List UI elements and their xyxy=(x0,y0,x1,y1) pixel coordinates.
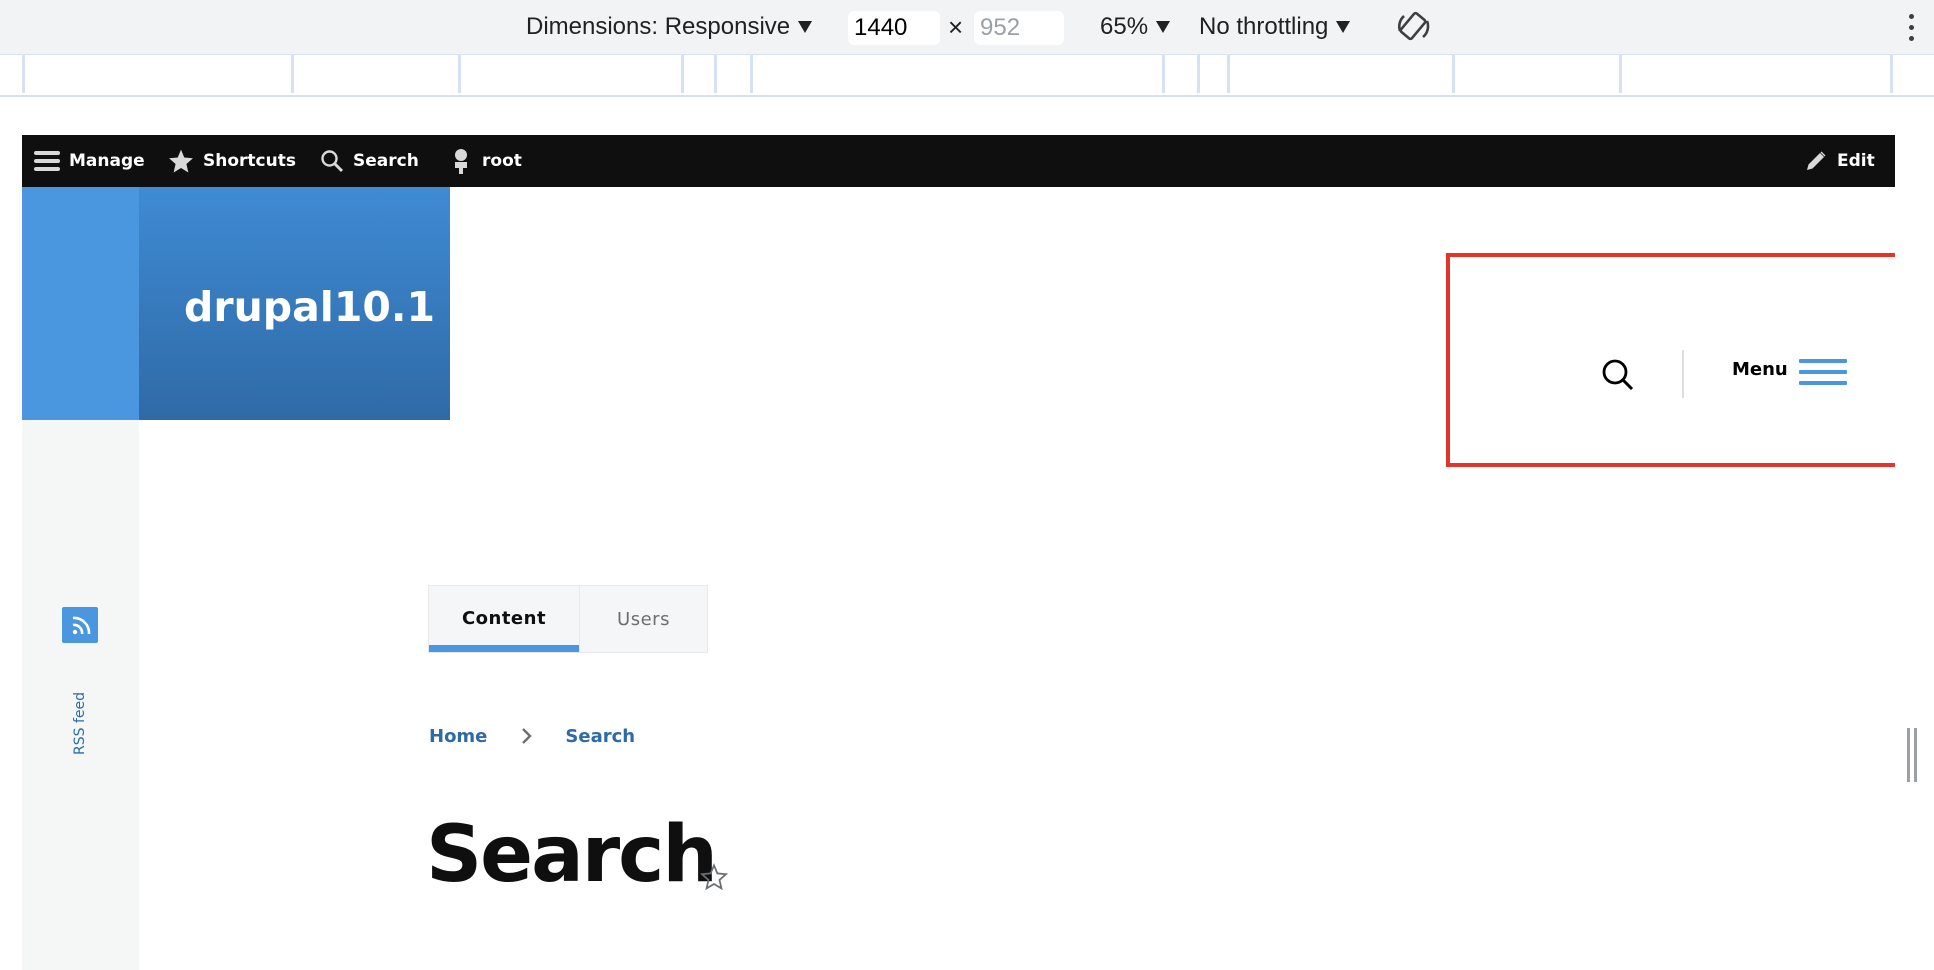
toolbar-edit-label: Edit xyxy=(1837,151,1875,171)
site-name-link[interactable]: drupal10.1 xyxy=(139,187,450,420)
rotate-icon[interactable] xyxy=(1396,9,1432,45)
chevron-down-icon xyxy=(798,21,813,33)
dimensions-label: Dimensions: Responsive xyxy=(526,13,791,40)
tab-content[interactable]: Content xyxy=(429,586,579,652)
dimensions-dropdown[interactable]: Dimensions: Responsive xyxy=(526,0,813,54)
page-title: Search xyxy=(426,810,718,900)
toolbar-search-label: Search xyxy=(353,151,419,171)
rss-feed-link[interactable] xyxy=(62,607,98,643)
rss-icon xyxy=(72,616,91,635)
local-tasks-tabs: Content Users xyxy=(428,585,708,653)
tab-users[interactable]: Users xyxy=(579,586,707,652)
rss-feed-label[interactable]: RSS feed xyxy=(72,692,88,755)
toolbar-shortcuts-label: Shortcuts xyxy=(203,151,296,171)
breadcrumb-home[interactable]: Home xyxy=(429,726,487,747)
toolbar-search[interactable]: Search xyxy=(320,135,419,187)
sidebar-accent-block xyxy=(22,187,139,420)
pencil-icon xyxy=(1807,151,1826,170)
star-icon xyxy=(169,149,193,173)
chevron-down-icon xyxy=(1156,21,1171,33)
hamburger-icon xyxy=(34,151,60,171)
times-symbol: × xyxy=(948,11,964,42)
toolbar-user-label: root xyxy=(482,151,522,171)
resize-handle[interactable] xyxy=(1907,728,1919,782)
toolbar-edit[interactable]: Edit xyxy=(1804,135,1875,187)
menu-button-label[interactable]: Menu xyxy=(1732,359,1788,380)
width-input[interactable]: 1440 xyxy=(848,11,940,45)
add-shortcut-star-icon[interactable] xyxy=(700,863,728,891)
chevron-right-icon xyxy=(522,728,533,744)
social-sidebar: RSS feed xyxy=(22,187,139,970)
chevron-down-icon xyxy=(1336,21,1351,33)
page-viewport: Manage Shortcuts Search root Edit RSS fe… xyxy=(22,135,1895,970)
header-search-button[interactable] xyxy=(1600,357,1636,393)
user-icon xyxy=(455,149,467,174)
header-divider xyxy=(1682,350,1684,398)
zoom-label: 65% xyxy=(1100,13,1149,40)
search-icon xyxy=(321,150,344,173)
devtools-device-toolbar: Dimensions: Responsive 1440 × 952 65% No… xyxy=(0,0,1934,55)
admin-toolbar: Manage Shortcuts Search root Edit xyxy=(22,135,1895,187)
breadcrumb-search[interactable]: Search xyxy=(565,726,635,747)
height-input[interactable]: 952 xyxy=(974,11,1064,45)
toolbar-user[interactable]: root xyxy=(449,135,522,187)
throttling-dropdown[interactable]: No throttling xyxy=(1199,0,1351,54)
toolbar-shortcuts[interactable]: Shortcuts xyxy=(168,135,296,187)
toolbar-manage-label: Manage xyxy=(69,151,145,171)
toolbar-manage[interactable]: Manage xyxy=(34,135,145,187)
breadcrumb: Home Search xyxy=(429,725,635,747)
menu-hamburger-icon[interactable] xyxy=(1799,359,1847,387)
more-options-icon[interactable] xyxy=(1909,14,1915,42)
site-branding: drupal10.1 xyxy=(139,187,450,420)
zoom-dropdown[interactable]: 65% xyxy=(1100,0,1171,54)
throttling-label: No throttling xyxy=(1199,13,1329,40)
media-query-ruler xyxy=(0,55,1934,97)
